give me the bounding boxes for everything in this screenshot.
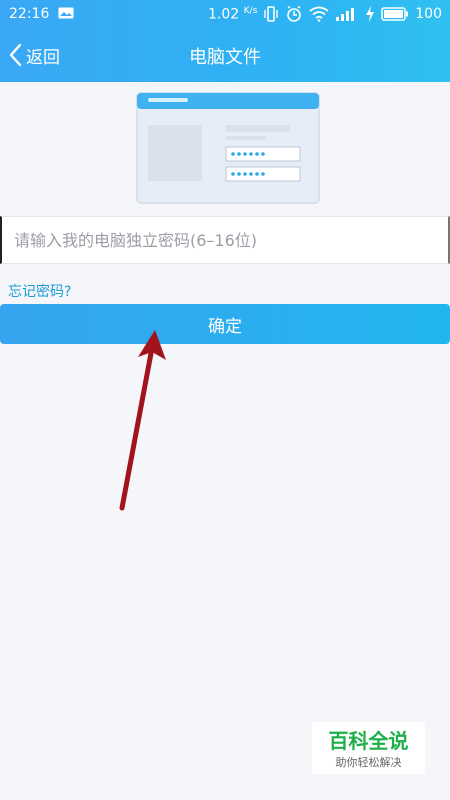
battery-icon xyxy=(381,7,409,21)
status-bar: 22:16 1.02 K/s 100 xyxy=(0,0,450,28)
network-speed: 1.02 K/s xyxy=(208,5,258,23)
password-input[interactable] xyxy=(0,216,450,264)
forgot-password-link[interactable]: 忘记密码? xyxy=(8,281,71,301)
status-time: 22:16 xyxy=(9,6,50,22)
computer-password-illustration xyxy=(136,92,320,204)
vibrate-icon xyxy=(264,6,278,22)
watermark-subtitle: 助你轻松解决 xyxy=(335,756,402,769)
alarm-icon xyxy=(287,5,302,22)
status-right-group: 1.02 K/s 100 xyxy=(208,5,442,23)
top-bar: 22:16 1.02 K/s 100 返回 电脑文件 xyxy=(0,0,450,82)
signal-icon xyxy=(336,8,355,21)
battery-level: 100 xyxy=(415,6,442,22)
nav-bar: 返回 电脑文件 xyxy=(0,28,450,82)
watermark-logo: 百科全说 助你轻松解决 xyxy=(312,722,425,774)
charging-icon xyxy=(366,6,375,22)
page-title: 电脑文件 xyxy=(189,47,261,68)
message-icon xyxy=(58,7,74,19)
wifi-icon xyxy=(309,6,329,22)
watermark-title: 百科全说 xyxy=(328,729,409,753)
confirm-button[interactable]: 确定 xyxy=(0,304,450,344)
